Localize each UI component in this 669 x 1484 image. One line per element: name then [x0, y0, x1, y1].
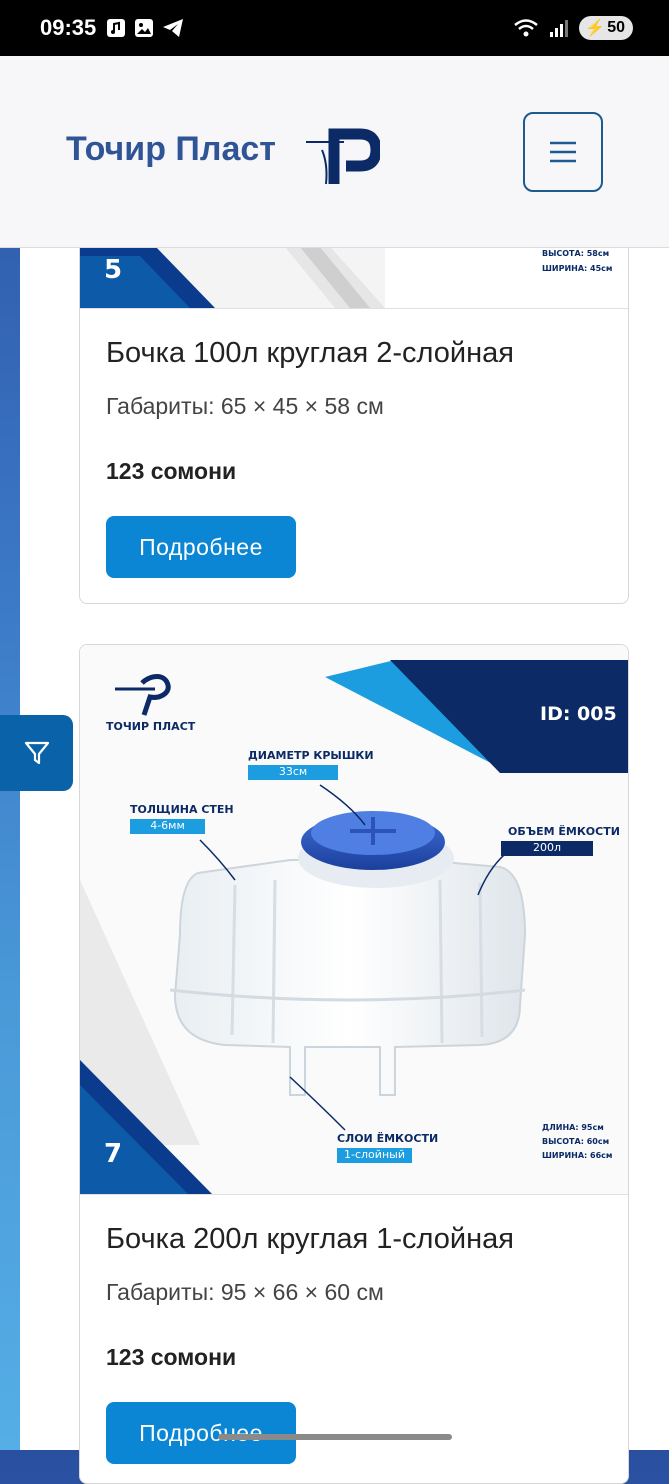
details-button[interactable]: Подробнее	[106, 1402, 296, 1464]
product-price: 123 сомони	[106, 1344, 237, 1370]
battery-indicator: ⚡ 50	[579, 16, 633, 40]
status-time: 09:35	[40, 15, 97, 40]
filter-icon	[24, 741, 49, 765]
wall-label: ТОЛЩИНА СТЕН	[130, 803, 234, 816]
image-number: 5	[104, 255, 123, 285]
image-spec-length: ДЛИНА: 95см	[542, 1123, 604, 1132]
music-note-icon	[107, 19, 126, 37]
image-spec-width: ШИРИНА: 45см	[542, 264, 613, 273]
volume-label: ОБЪЕМ ЁМКОСТИ	[508, 825, 620, 838]
home-indicator[interactable]	[218, 1434, 452, 1440]
lid-label: ДИАМЕТР КРЫШКИ	[248, 749, 374, 762]
signal-icon	[550, 20, 569, 37]
product-image: ТОЧИР ПЛАСТ ID: 005 ДИАМЕТР КРЫШКИ 33см …	[80, 645, 628, 1195]
charging-icon: ⚡	[585, 20, 606, 37]
wifi-icon	[514, 19, 539, 37]
volume-value: 200л	[501, 841, 593, 856]
battery-level: 50	[607, 19, 625, 36]
product-dimensions: Габариты: 65 × 45 × 58 см	[106, 393, 384, 419]
product-title[interactable]: Бочка 100л круглая 2-слойная	[106, 337, 514, 370]
image-id: ID: 005	[540, 703, 617, 725]
layers-value: 1-слойный	[337, 1148, 412, 1163]
layers-label: СЛОИ ЁМКОСТИ	[337, 1132, 439, 1145]
image-spec-height: ВЫСОТА: 58см	[542, 249, 610, 258]
product-title[interactable]: Бочка 200л круглая 1-слойная	[106, 1223, 514, 1256]
product-card: ТОЧИР ПЛАСТ ID: 005 ДИАМЕТР КРЫШКИ 33см …	[79, 644, 629, 1484]
lid-value: 33см	[248, 765, 338, 780]
menu-button[interactable]	[523, 112, 603, 192]
wall-value: 4-6мм	[130, 819, 205, 834]
product-dimensions: Габариты: 95 × 66 × 60 см	[106, 1279, 384, 1305]
site-header: Точир Пласт	[0, 56, 669, 248]
details-button[interactable]: Подробнее	[106, 516, 296, 578]
brand-name[interactable]: Точир Пласт	[66, 130, 276, 169]
hamburger-icon	[550, 141, 576, 163]
telegram-icon	[163, 19, 184, 37]
image-icon	[135, 19, 154, 37]
status-bar: 09:35 ⚡ 50	[0, 0, 669, 56]
filter-button[interactable]	[0, 715, 73, 791]
brand-logo-icon[interactable]	[304, 114, 380, 186]
image-brand: ТОЧИР ПЛАСТ	[106, 720, 196, 733]
image-number: 7	[104, 1139, 123, 1169]
image-spec-width: ШИРИНА: 66см	[542, 1151, 613, 1160]
product-price: 123 сомони	[106, 458, 237, 484]
image-spec-height: ВЫСОТА: 60см	[542, 1137, 610, 1146]
